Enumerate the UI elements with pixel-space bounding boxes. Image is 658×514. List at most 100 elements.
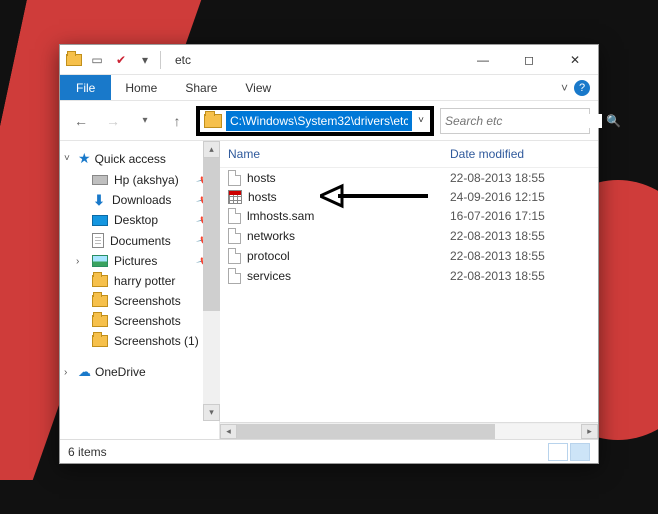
down-icon: ⬇ (92, 193, 106, 207)
folder-icon (92, 275, 108, 287)
cloud-icon: ☁ (78, 364, 91, 380)
up-button[interactable]: ↑ (164, 108, 190, 134)
tab-home[interactable]: Home (111, 75, 171, 100)
tab-file[interactable]: File (60, 75, 111, 100)
file-row[interactable]: hosts 24-09-2016 12:15 (220, 188, 598, 206)
scroll-left-button[interactable]: ◂ (220, 424, 237, 439)
tab-view[interactable]: View (231, 75, 285, 100)
file-name: lmhosts.sam (247, 209, 314, 223)
sidebar-item[interactable]: Desktop📌 (60, 210, 219, 230)
sidebar-item-label: Documents (110, 234, 171, 248)
explorer-window: ▭ ✔ ▾ etc — ◻ ✕ File Home Share View ˅ ?… (59, 44, 599, 464)
scroll-track[interactable] (203, 158, 220, 404)
search-input[interactable] (445, 114, 602, 128)
sidebar-scrollbar[interactable]: ▴ ▾ (203, 141, 220, 421)
scroll-up-button[interactable]: ▴ (203, 141, 220, 158)
file-icon (228, 268, 241, 284)
column-name[interactable]: Name (228, 147, 450, 161)
chevron-right-icon: › (76, 256, 86, 267)
file-icon (228, 208, 241, 224)
file-name: protocol (247, 249, 290, 263)
file-icon (228, 228, 241, 244)
scroll-thumb[interactable] (237, 424, 495, 439)
sidebar-onedrive[interactable]: › ☁ OneDrive (60, 361, 219, 383)
nav-row: ← → ▾ ↑ ˅ 🔍 (60, 101, 598, 141)
scroll-track[interactable] (237, 424, 581, 439)
sidebar-item[interactable]: Screenshots (1) (60, 331, 219, 351)
column-date[interactable]: Date modified (450, 147, 590, 161)
maximize-button[interactable]: ◻ (506, 45, 552, 75)
title-bar: ▭ ✔ ▾ etc — ◻ ✕ (60, 45, 598, 75)
sidebar-label: OneDrive (95, 365, 146, 379)
recent-locations[interactable]: ▾ (132, 108, 158, 134)
scroll-down-button[interactable]: ▾ (203, 404, 220, 421)
help-button[interactable]: ? (574, 80, 590, 96)
sidebar-item-label: Screenshots (1) (114, 334, 199, 348)
qat-button-2[interactable]: ✔ (112, 51, 130, 69)
search-icon[interactable]: 🔍 (606, 114, 621, 128)
file-row[interactable]: hosts22-08-2013 18:55 (220, 168, 598, 188)
file-row[interactable]: protocol 22-08-2013 18:55 (220, 246, 598, 266)
tab-share[interactable]: Share (171, 75, 231, 100)
sidebar-item[interactable]: Hp (akshya)📌 (60, 170, 219, 190)
file-name: services (247, 269, 291, 283)
forward-button[interactable]: → (100, 108, 126, 134)
horizontal-scrollbar[interactable]: ◂ ▸ (220, 422, 598, 439)
address-dropdown[interactable]: ˅ (412, 115, 430, 126)
file-date: 24-09-2016 12:15 (450, 190, 590, 204)
file-icon (228, 170, 241, 186)
sidebar-item[interactable]: Screenshots (60, 291, 219, 311)
file-row[interactable]: networks 22-08-2013 18:55 (220, 226, 598, 246)
sidebar-item[interactable]: ⬇Downloads📌 (60, 190, 219, 210)
file-date: 22-08-2013 18:55 (450, 229, 590, 243)
file-name: networks (247, 229, 295, 243)
file-date: 16-07-2016 17:15 (450, 209, 590, 223)
sidebar-item[interactable]: Documents📌 (60, 230, 219, 251)
file-date: 22-08-2013 18:55 (450, 249, 590, 263)
sidebar-item-label: Downloads (112, 193, 171, 207)
folder-icon (92, 295, 108, 307)
doc-icon (92, 233, 104, 248)
qat-button-1[interactable]: ▭ (88, 51, 106, 69)
sidebar-label: Quick access (95, 152, 166, 166)
body: ˅ ★ Quick access Hp (akshya)📌⬇Downloads📌… (60, 141, 598, 439)
file-pane: Name Date modified hosts22-08-2013 18:55… (220, 141, 598, 439)
scroll-right-button[interactable]: ▸ (581, 424, 598, 439)
star-icon: ★ (78, 150, 91, 167)
file-row[interactable]: services 22-08-2013 18:55 (220, 266, 598, 286)
sidebar-item-label: Screenshots (114, 314, 181, 328)
file-name: hosts (248, 190, 277, 204)
sidebar-quick-access[interactable]: ˅ ★ Quick access (60, 147, 219, 170)
sidebar-item-label: harry potter (114, 274, 175, 288)
file-list[interactable]: hosts22-08-2013 18:55hosts24-09-2016 12:… (220, 168, 598, 422)
status-bar: 6 items (60, 439, 598, 463)
scroll-thumb[interactable] (203, 158, 220, 311)
sidebar-item[interactable]: harry potter (60, 271, 219, 291)
address-input[interactable] (226, 111, 412, 131)
pic-icon (92, 255, 108, 267)
view-details-button[interactable] (548, 443, 568, 461)
close-button[interactable]: ✕ (552, 45, 598, 75)
sidebar-item[interactable]: Screenshots (60, 311, 219, 331)
chevron-right-icon: › (64, 367, 74, 378)
folder-icon (92, 315, 108, 327)
file-icon (228, 190, 242, 204)
search-box[interactable]: 🔍 (440, 108, 590, 134)
qat-dropdown[interactable]: ▾ (136, 51, 154, 69)
status-item-count: 6 items (68, 445, 107, 459)
file-row[interactable]: lmhosts.sam 16-07-2016 17:15 (220, 206, 598, 226)
nav-pane[interactable]: ˅ ★ Quick access Hp (akshya)📌⬇Downloads📌… (60, 141, 220, 439)
view-large-button[interactable] (570, 443, 590, 461)
window-title: etc (175, 53, 191, 67)
desktop-icon (92, 215, 108, 226)
file-name: hosts (247, 171, 276, 185)
ribbon-tabs: File Home Share View ˅ ? (60, 75, 598, 101)
file-date: 22-08-2013 18:55 (450, 269, 590, 283)
minimize-button[interactable]: — (460, 45, 506, 75)
column-headers[interactable]: Name Date modified (220, 141, 598, 168)
sidebar-item-label: Desktop (114, 213, 158, 227)
back-button[interactable]: ← (68, 108, 94, 134)
sidebar-item-label: Hp (akshya) (114, 173, 179, 187)
ribbon-expand[interactable]: ˅ (561, 81, 568, 95)
sidebar-item[interactable]: ›Pictures📌 (60, 251, 219, 271)
